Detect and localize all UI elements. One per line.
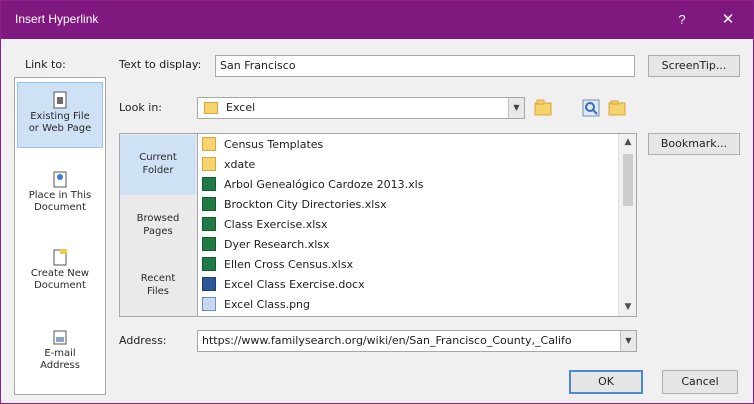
excel-file-icon [202, 237, 216, 251]
word-file-icon [202, 277, 216, 291]
browse-web-icon[interactable] [581, 98, 601, 118]
help-button[interactable]: ? [665, 1, 699, 39]
browse-file-icon[interactable] [607, 98, 627, 118]
tab-current-folder-line2: Folder [142, 165, 174, 176]
up-one-folder-icon[interactable] [533, 98, 553, 118]
image-file-icon [202, 297, 216, 311]
chevron-down-icon[interactable]: ▼ [508, 98, 524, 118]
file-list[interactable]: Census Templates xdate Arbol Genealógico… [197, 133, 637, 317]
text-to-display-label: Text to display: [119, 58, 202, 71]
look-in-dropdown[interactable]: Excel ▼ [197, 97, 525, 119]
link-to-place-line1: Place in This [28, 190, 92, 201]
file-list-scrollbar[interactable]: ▲ ▼ [618, 134, 636, 316]
text-to-display-input[interactable]: San Francisco [215, 55, 635, 77]
bookmark-button[interactable]: Bookmark... [648, 133, 740, 155]
link-to-create-line2: Document [34, 280, 86, 291]
tab-browsed-pages-line2: Pages [143, 226, 173, 237]
excel-file-icon [202, 217, 216, 231]
link-to-email-line1: E-mail [44, 348, 76, 359]
link-to-create-new[interactable]: Create New Document [17, 248, 103, 310]
link-to-create-line1: Create New [30, 268, 90, 279]
file-name: xdate [224, 158, 256, 171]
excel-file-icon [202, 197, 216, 211]
tab-recent-files-line2: Files [147, 286, 169, 297]
insert-hyperlink-dialog: Insert Hyperlink ? ✕ Link to: Text to di… [0, 0, 754, 404]
tab-browsed-pages-line1: Browsed [136, 213, 180, 224]
ok-button[interactable]: OK [569, 370, 643, 394]
file-name: Ellen Cross Census.xlsx [224, 258, 354, 271]
list-item[interactable]: Excel Class Exercise.docx [202, 275, 365, 294]
file-name: Dyer Research.xlsx [224, 238, 330, 251]
tab-current-folder[interactable]: Current Folder [120, 135, 196, 195]
chevron-down-icon[interactable]: ▼ [620, 331, 636, 351]
folder-icon [202, 137, 216, 151]
link-to-existing-file-line2: or Web Page [28, 123, 92, 134]
close-button[interactable]: ✕ [711, 1, 745, 39]
link-to-place-in-document[interactable]: Place in This Document [17, 170, 103, 232]
link-to-panel: Existing File or Web Page Place in This … [14, 77, 106, 395]
list-item[interactable]: Class Exercise.xlsx [202, 215, 328, 234]
screentip-button[interactable]: ScreenTip... [648, 55, 740, 77]
link-to-email-line2: Address [40, 360, 80, 371]
excel-file-icon [202, 177, 216, 191]
scroll-up-icon[interactable]: ▲ [619, 137, 637, 147]
dialog-title: Insert Hyperlink [15, 12, 99, 26]
list-item[interactable]: Excel Class.png [202, 295, 310, 314]
title-bar: Insert Hyperlink ? ✕ [1, 1, 753, 39]
address-value: https://www.familysearch.org/wiki/en/San… [202, 334, 572, 347]
look-in-value: Excel [226, 101, 256, 114]
link-to-email-address[interactable]: E-mail Address [17, 328, 103, 390]
tab-browsed-pages[interactable]: Browsed Pages [120, 200, 196, 256]
file-name: Census Templates [224, 138, 324, 151]
list-item[interactable]: Ellen Cross Census.xlsx [202, 255, 353, 274]
list-item[interactable]: xdate [202, 155, 255, 174]
file-name: Excel Class.png [224, 298, 311, 311]
list-item[interactable]: Brockton City Directories.xlsx [202, 195, 387, 214]
create-new-document-icon [53, 249, 67, 266]
file-name: Class Exercise.xlsx [224, 218, 328, 231]
browse-tabs-panel: Current Folder Browsed Pages Recent File… [119, 133, 197, 317]
link-to-existing-file[interactable]: Existing File or Web Page [17, 82, 103, 148]
email-address-icon [53, 330, 67, 345]
folder-icon [204, 102, 218, 114]
look-in-label: Look in: [119, 101, 162, 114]
file-name: Excel Class Exercise.docx [224, 278, 365, 291]
link-to-existing-file-line1: Existing File [30, 111, 90, 122]
place-in-document-icon [53, 171, 67, 188]
link-to-place-line2: Document [34, 202, 86, 213]
excel-file-icon [202, 257, 216, 271]
address-input[interactable]: https://www.familysearch.org/wiki/en/San… [197, 330, 637, 352]
list-item[interactable]: Census Templates [202, 135, 323, 154]
file-name: Brockton City Directories.xlsx [224, 198, 387, 211]
file-name: Arbol Genealógico Cardoze 2013.xls [224, 178, 424, 191]
list-item[interactable]: Arbol Genealógico Cardoze 2013.xls [202, 175, 423, 194]
existing-file-icon [53, 91, 67, 109]
address-label: Address: [119, 334, 167, 347]
tab-recent-files-line1: Recent [140, 273, 176, 284]
link-to-label: Link to: [25, 58, 66, 71]
scrollbar-thumb[interactable] [623, 154, 633, 206]
cancel-button[interactable]: Cancel [662, 370, 738, 394]
folder-icon [202, 157, 216, 171]
list-item[interactable]: Dyer Research.xlsx [202, 235, 330, 254]
scroll-down-icon[interactable]: ▼ [619, 302, 637, 312]
tab-current-folder-line1: Current [139, 152, 177, 163]
tab-recent-files[interactable]: Recent Files [120, 260, 196, 316]
